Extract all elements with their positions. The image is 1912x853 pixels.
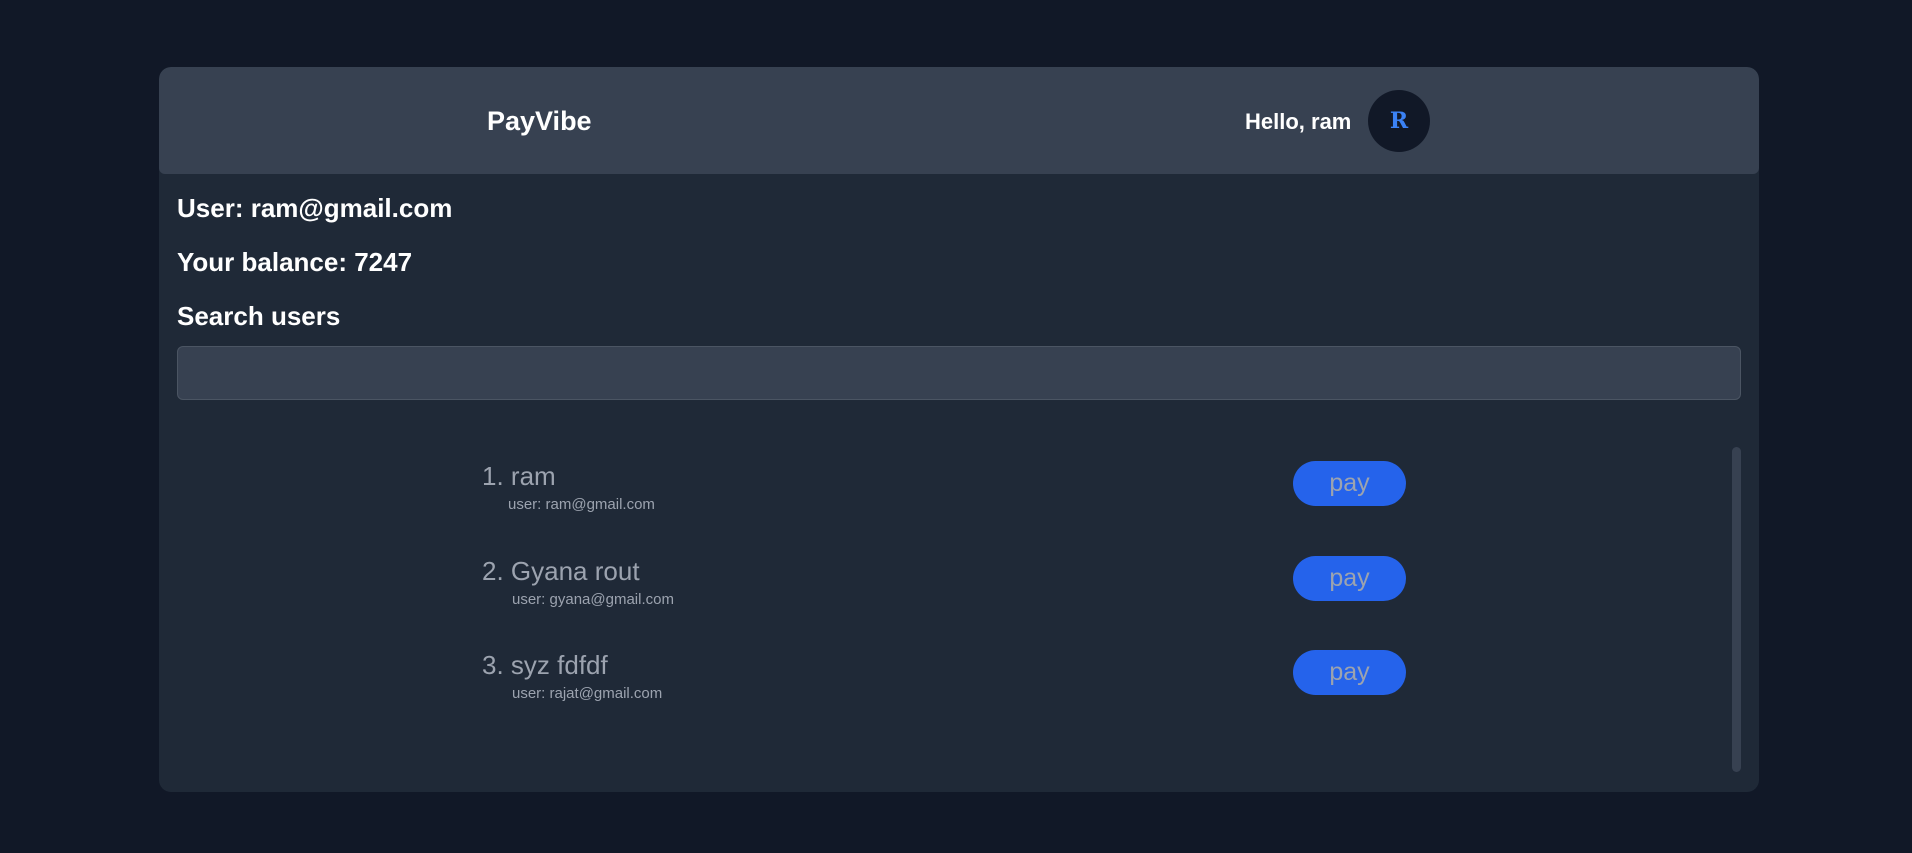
pay-button[interactable]: pay — [1293, 556, 1406, 601]
greeting-text: Hello, ram — [1245, 109, 1352, 134]
brand-title: PayVibe — [487, 106, 592, 136]
search-users-label: Search users — [177, 301, 341, 331]
dashboard-card: PayVibe Hello, ram R User: ram@gmail.com… — [159, 67, 1759, 792]
avatar-initial: R — [1389, 108, 1409, 134]
user-list-scrollbar[interactable] — [1732, 447, 1741, 772]
pay-button[interactable]: pay — [1293, 461, 1406, 506]
user-name: 1. ram — [482, 461, 556, 491]
user-list-item: 1. ram user: ram@gmail.com pay — [482, 461, 1422, 531]
user-email-label: User: ram@gmail.com — [177, 193, 453, 223]
app-header: PayVibe Hello, ram R — [159, 67, 1759, 174]
user-email: user: rajat@gmail.com — [512, 685, 663, 702]
avatar[interactable]: R — [1368, 90, 1430, 152]
user-email: user: ram@gmail.com — [508, 496, 655, 513]
pay-button[interactable]: pay — [1293, 650, 1406, 695]
user-email: user: gyana@gmail.com — [512, 591, 674, 608]
user-list-item: 3. syz fdfdf user: rajat@gmail.com pay — [482, 650, 1422, 720]
balance-label: Your balance: 7247 — [177, 247, 413, 277]
user-name: 3. syz fdfdf — [482, 650, 608, 680]
user-list-item: 2. Gyana rout user: gyana@gmail.com pay — [482, 556, 1422, 626]
user-name: 2. Gyana rout — [482, 556, 640, 586]
search-input[interactable] — [177, 346, 1741, 400]
